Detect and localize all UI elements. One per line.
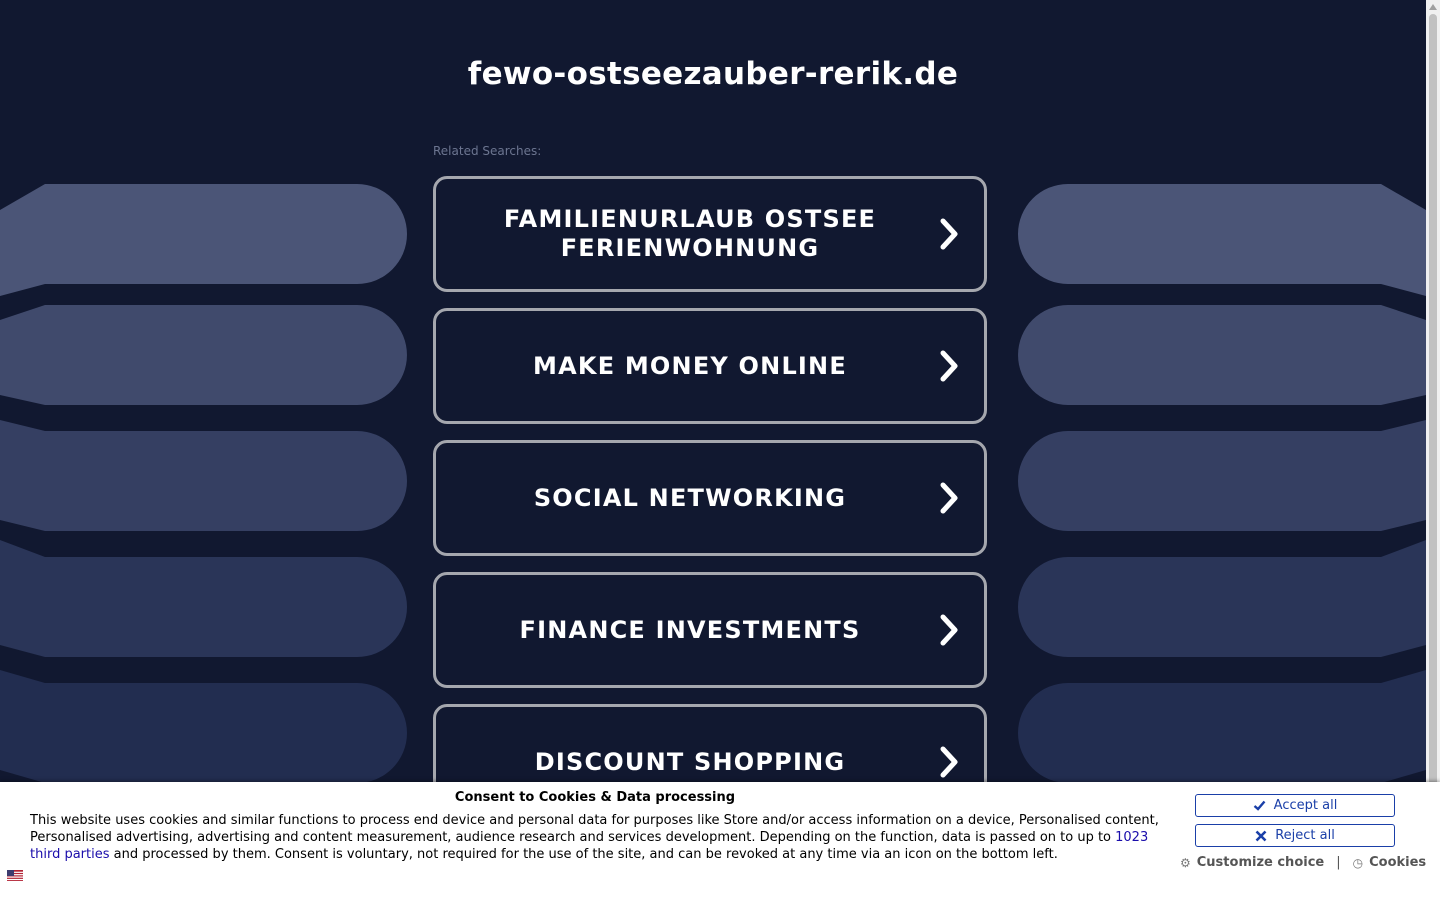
- related-search-button[interactable]: MAKE MONEY ONLINE: [433, 308, 987, 424]
- related-search-label: DISCOUNT SHOPPING: [534, 747, 846, 776]
- related-search-label: MAKE MONEY ONLINE: [533, 351, 847, 380]
- flag-icon[interactable]: [7, 870, 23, 881]
- related-search-button[interactable]: FINANCE INVESTMENTS: [433, 572, 987, 688]
- related-search-label: SOCIAL NETWORKING: [533, 483, 847, 512]
- related-search-button[interactable]: FAMILIENURLAUB OSTSEE FERIENWOHNUNG: [433, 176, 987, 292]
- related-searches-label: Related Searches:: [433, 144, 542, 158]
- related-search-label: FINANCE INVESTMENTS: [519, 615, 861, 644]
- cookies-link[interactable]: Cookies: [1369, 855, 1426, 870]
- consent-text: This website uses cookies and similar fu…: [30, 812, 1162, 863]
- consent-text-after: and processed by them. Consent is volunt…: [109, 847, 1058, 862]
- cookie-consent-banner: Consent to Cookies & Data processing Thi…: [0, 782, 1440, 900]
- scroll-thumb[interactable]: [1429, 14, 1437, 890]
- site-title: fewo-ostseezauber-rerik.de: [467, 56, 959, 92]
- reject-all-button[interactable]: Reject all: [1195, 824, 1395, 847]
- chevron-right-icon: [914, 218, 984, 250]
- consent-links: ⚙ Customize choice | ◷ Cookies: [1180, 855, 1426, 870]
- vertical-scrollbar[interactable]: [1426, 0, 1440, 900]
- chevron-right-icon: [914, 614, 984, 646]
- accept-all-button[interactable]: Accept all: [1195, 794, 1395, 817]
- link-separator: |: [1336, 855, 1341, 870]
- close-icon: [1255, 830, 1267, 841]
- reject-all-label: Reject all: [1275, 828, 1335, 843]
- gear-icon: ⚙: [1180, 855, 1191, 870]
- scroll-up-arrow-icon[interactable]: [1429, 4, 1437, 10]
- related-search-label: FAMILIENURLAUB OSTSEE FERIENWOHNUNG: [503, 205, 877, 262]
- cookie-icon: ◷: [1352, 855, 1364, 870]
- chevron-right-icon: [914, 482, 984, 514]
- consent-text-before: This website uses cookies and similar fu…: [30, 813, 1159, 845]
- accept-all-label: Accept all: [1273, 798, 1338, 813]
- check-icon: [1253, 800, 1266, 811]
- customize-choice-link[interactable]: Customize choice: [1197, 855, 1324, 870]
- related-search-button[interactable]: SOCIAL NETWORKING: [433, 440, 987, 556]
- chevron-right-icon: [914, 746, 984, 778]
- consent-title: Consent to Cookies & Data processing: [454, 790, 736, 805]
- chevron-right-icon: [914, 350, 984, 382]
